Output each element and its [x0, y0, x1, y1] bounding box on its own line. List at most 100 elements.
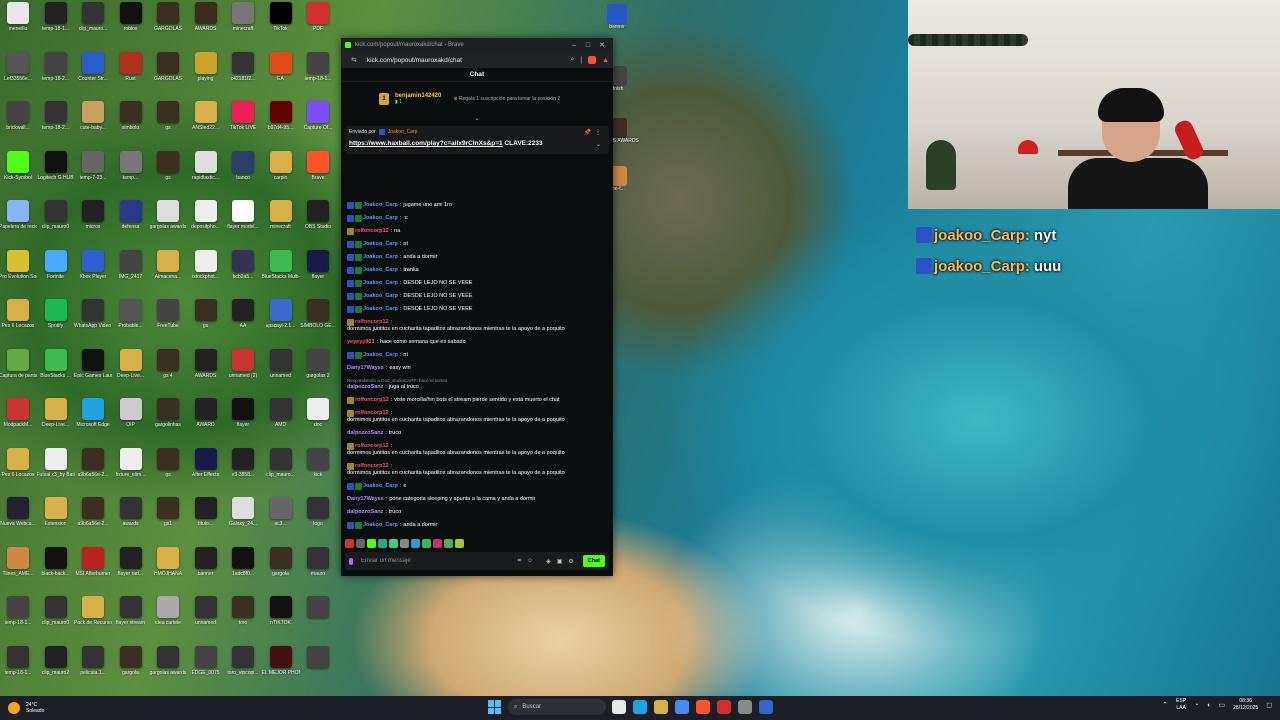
taskbar-search[interactable]: ⌕ Buscar [508, 699, 606, 715]
desktop-icon[interactable]: Kick-Symbol [0, 150, 36, 199]
desktop-icon[interactable]: clip_mauro0 [38, 596, 74, 644]
taskbar-app-icon[interactable] [738, 700, 752, 714]
desktop-icon[interactable]: micros [75, 200, 111, 248]
emote-icon[interactable] [422, 538, 431, 548]
desktop-icon[interactable]: TikTok [263, 2, 299, 50]
desktop-icon[interactable]: temp-18-2... [38, 101, 74, 149]
desktop-icon[interactable]: Spotify [38, 299, 74, 347]
desktop-icon[interactable]: gs [150, 447, 186, 496]
taskbar-app-icon[interactable] [633, 700, 647, 714]
desktop-icon[interactable]: AA [225, 299, 261, 347]
desktop-icon[interactable]: Deep-Live... [113, 348, 149, 397]
minimize-icon[interactable]: – [567, 42, 581, 49]
desktop-icon[interactable]: minecraft [263, 200, 299, 248]
chat-username[interactable]: Joakoo_Carp [363, 215, 398, 222]
desktop-icon[interactable]: gs1 [150, 497, 186, 545]
chat-username[interactable]: rolfoncorp12 [355, 397, 389, 404]
desktop-icon[interactable]: clip_mauro2 [38, 645, 74, 694]
chat-message[interactable]: Joakoo_Carp: DESDE LEJO NO SE VEEE [347, 306, 607, 313]
desktop-icon[interactable]: OBS Studio [300, 200, 336, 248]
desktop-icon[interactable]: WhatsApp Video 20... [74, 299, 112, 347]
desktop-icon[interactable]: awards [113, 497, 149, 545]
desktop-icon[interactable]: HMOJHANA [150, 546, 186, 595]
desktop-icon[interactable]: toro [225, 596, 261, 644]
desktop-icon[interactable]: EL MEJOR PHONK [262, 645, 300, 694]
desktop-icon[interactable]: gs [150, 101, 186, 149]
chat-message[interactable]: Joakoo_Carp: nt [347, 241, 607, 248]
more-options-icon[interactable]: ⋮ [595, 129, 601, 136]
chat-message[interactable]: Joakoo_Carp: tranka [347, 267, 607, 274]
desktop-icon[interactable]: ac3... [263, 497, 299, 545]
chat-username[interactable]: Joakoo_Carp [363, 352, 398, 359]
desktop-icon[interactable]: Fortnite [38, 249, 74, 298]
desktop-icon[interactable]: Pes 6 Locazos [0, 447, 36, 496]
desktop-icon[interactable]: temp-18-1... [0, 596, 36, 644]
desktop-icon[interactable]: doc [300, 398, 336, 446]
desktop-icon[interactable]: playing [188, 51, 224, 100]
chat-username[interactable]: rolfoncorp12 [355, 228, 389, 235]
desktop-icon[interactable]: EDGE_0075 [188, 645, 224, 694]
desktop-icon[interactable]: Microsoft Edge [75, 398, 111, 446]
desktop-icon[interactable]: black-back... [38, 546, 74, 595]
chat-message[interactable]: Dany17Wayss: easy win [347, 365, 607, 372]
desktop-icon[interactable]: AMD [263, 398, 299, 446]
desktop-icon[interactable]: gargola [263, 546, 299, 595]
chat-message[interactable]: Dany17Wayss: pone categoria sleeping y ap… [347, 496, 607, 503]
chat-message[interactable]: rolfoncorp12: dormimos juntitos en cuchar… [347, 410, 607, 424]
pinned-user[interactable]: Joakoo_Carp [388, 129, 418, 135]
desktop-icon[interactable]: Xbox Player [75, 249, 111, 298]
emote-icon[interactable] [356, 538, 365, 548]
desktop-icon[interactable]: rapidtastic... [188, 150, 224, 199]
desktop-icon[interactable]: Epic Games Launcher [74, 348, 112, 397]
desktop-icon[interactable]: TikTok LIVE [225, 101, 261, 149]
desktop-icon[interactable]: unnamed (2) [225, 348, 261, 397]
chat-message[interactable]: yeyeyyll01: hace como semana que es sabad… [347, 339, 607, 346]
desktop-icon[interactable]: c42181f2... [225, 51, 261, 100]
taskbar-app-icon[interactable] [654, 700, 668, 714]
desktop-icon[interactable]: Galaxy_24... [225, 497, 261, 545]
desktop-icon[interactable]: Logitech G HUB [37, 150, 74, 199]
wallet-icon[interactable]: ◈ [546, 558, 551, 565]
chat-username[interactable]: dalpozzoSanz [347, 384, 383, 391]
emote-icon[interactable] [389, 538, 398, 548]
chat-message[interactable]: Joakoo_Carp: anda a dormir [347, 254, 607, 261]
desktop-icon[interactable]: MSI Afterburner [75, 546, 111, 595]
desktop-icon[interactable]: flayer stream [113, 596, 149, 644]
desktop-icon[interactable]: Probable... [113, 299, 149, 347]
desktop-icon[interactable]: simbolo [113, 101, 149, 149]
desktop-icon[interactable]: gargola [113, 645, 149, 694]
desktop-icon[interactable]: gs 4 [150, 348, 186, 397]
chat-message[interactable]: dalpozzoSanz: truco [347, 509, 607, 516]
desktop-icon[interactable]: gargolas 2 [300, 348, 336, 397]
brave-shields-icon[interactable] [588, 56, 597, 64]
url-text[interactable]: kick.com/popout/mauroxakd/chat [367, 57, 564, 64]
title-bar[interactable]: kick.com/popout/mauroxakd/chat - Brave –… [341, 38, 613, 52]
desktop-icon[interactable]: AWARDS [188, 2, 224, 50]
emote-icon[interactable] [455, 538, 464, 548]
desktop-icon[interactable]: brickwall... [0, 101, 36, 149]
send-chat-button[interactable]: Chat [582, 555, 605, 567]
desktop-icon[interactable]: idea cartele [150, 596, 186, 644]
desktop-icon[interactable]: gs [150, 150, 186, 199]
emote-quick-bar[interactable] [345, 538, 609, 548]
desktop-icon[interactable]: flayer [300, 249, 336, 298]
chat-message[interactable]: Joakoo_Carp: jugame uno ami 1ro [347, 202, 607, 209]
desktop-icon[interactable]: Brave [300, 150, 336, 199]
desktop-icon[interactable]: roblox [113, 2, 149, 50]
desktop-icon[interactable]: OIP [113, 398, 149, 446]
chat-message[interactable]: Joakoo_Carp: nt [347, 352, 607, 359]
desktop-icon[interactable]: gs [188, 299, 224, 347]
volume-icon[interactable]: ◖ [1206, 702, 1210, 709]
desktop-icon[interactable]: temp-18-1... [300, 51, 336, 100]
desktop-icon[interactable]: flayer rad... [113, 546, 149, 595]
desktop-icon[interactable]: temp... [113, 150, 149, 199]
chat-message[interactable]: dalpozzoSanz: truco [347, 430, 607, 437]
desktop-icon[interactable]: flayer [225, 398, 261, 446]
desktop-icon[interactable]: v3-3858... [225, 447, 261, 496]
chat-username[interactable]: Joakoo_Carp [363, 522, 398, 529]
tray-overflow-icon[interactable]: ⌃ [1162, 701, 1168, 709]
start-button[interactable] [488, 700, 502, 714]
chat-message[interactable]: rolfoncorp12: viste morcilla/hin bots el … [347, 397, 607, 404]
emoji-icon[interactable]: ☺ [527, 558, 533, 564]
chat-username[interactable]: Dany17Wayss [347, 365, 384, 372]
